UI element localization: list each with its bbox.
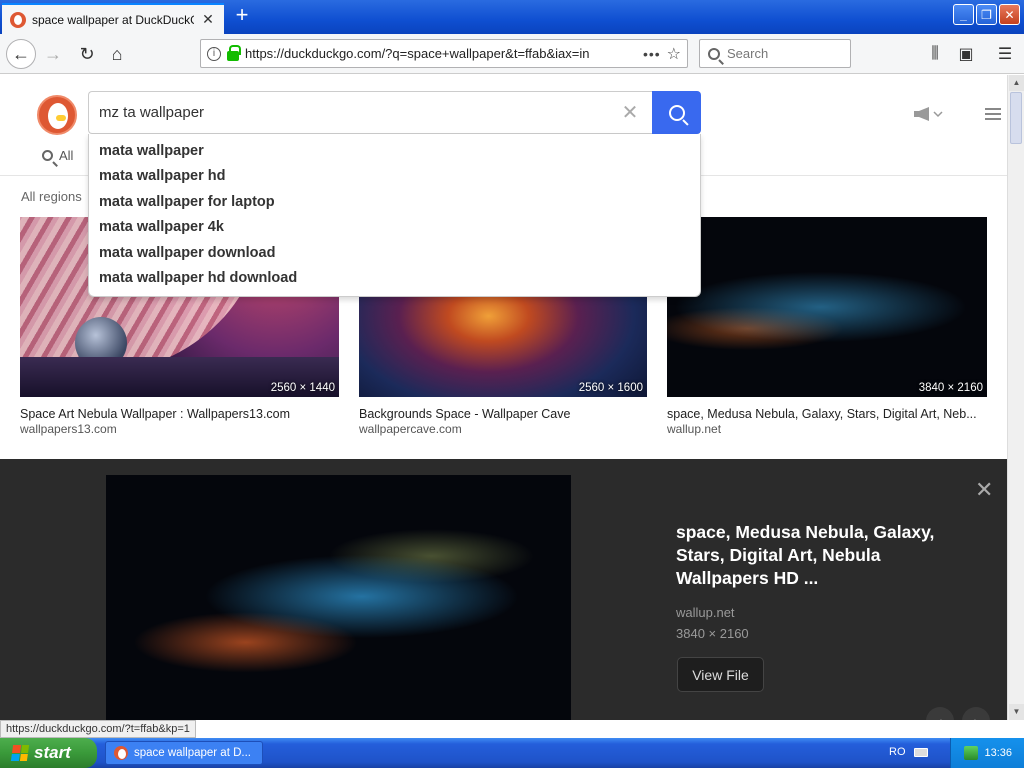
start-label: start — [34, 743, 71, 762]
scroll-up-icon[interactable]: ▲ — [1009, 75, 1024, 91]
minimize-button[interactable]: _ — [953, 4, 974, 25]
window-controls: _ ❐ ✕ — [953, 4, 1020, 25]
status-url: https://duckduckgo.com/?t=ffab&kp=1 — [0, 720, 196, 738]
detail-title[interactable]: space, Medusa Nebula, Galaxy, Stars, Dig… — [676, 521, 966, 590]
search-icon — [668, 104, 685, 121]
windows-flag-icon — [10, 745, 30, 761]
suggestion-item[interactable]: mata wallpaper download — [89, 241, 700, 266]
previous-image-button[interactable]: ‹ — [926, 707, 954, 720]
result-source: wallup.net — [667, 422, 722, 436]
page-content: mz ta wallpaper ✕ All All regions mata w… — [0, 75, 1007, 720]
duckduckgo-logo-icon[interactable] — [37, 95, 77, 135]
taskbar-window-label: space wallpaper at D... — [134, 747, 251, 759]
reload-button[interactable]: ↻ — [72, 39, 102, 69]
suggestion-item[interactable]: mata wallpaper hd — [89, 164, 700, 189]
tab-all-label: All — [59, 148, 74, 163]
arrow-right-icon: → — [44, 43, 62, 64]
scroll-down-icon[interactable]: ▼ — [1009, 704, 1024, 720]
keyboard-icon[interactable] — [914, 748, 928, 757]
site-menu-icon[interactable] — [985, 108, 1001, 120]
suggestion-item[interactable]: mata wallpaper for laptop — [89, 190, 700, 215]
result-title[interactable]: Backgrounds Space - Wallpaper Cave — [359, 407, 647, 421]
detail-source[interactable]: wallup.net — [676, 605, 735, 620]
search-query-text[interactable]: mz ta wallpaper — [99, 104, 618, 121]
library-icon[interactable]: ⫼ — [924, 43, 946, 65]
tab-title: space wallpaper at DuckDuckGo — [32, 12, 194, 27]
scroll-thumb[interactable] — [1010, 92, 1022, 144]
browser-tab-active[interactable]: space wallpaper at DuckDuckGo ✕ — [2, 3, 224, 34]
chevron-left-icon: ‹ — [938, 713, 943, 720]
system-tray: 13:36 — [950, 738, 1024, 768]
image-detail-panel: ✕ space, Medusa Nebula, Galaxy, Stars, D… — [0, 459, 1007, 720]
clear-search-icon[interactable]: ✕ — [618, 100, 642, 125]
menu-icon[interactable]: ☰ — [994, 43, 1016, 65]
image-result-thumbnail[interactable]: 3840 × 2160 — [667, 217, 987, 397]
bookmark-star-icon[interactable]: ☆ — [667, 44, 681, 64]
megaphone-icon[interactable] — [912, 107, 943, 121]
result-title[interactable]: Space Art Nebula Wallpaper : Wallpapers1… — [20, 407, 339, 421]
url-text[interactable]: https://duckduckgo.com/?q=space+wallpape… — [245, 46, 637, 61]
result-source: wallpapers13.com — [20, 422, 117, 436]
next-image-button[interactable]: › — [962, 707, 990, 720]
lock-icon — [227, 44, 241, 61]
window-titlebar: space wallpaper at DuckDuckGo ✕ + _ ❐ ✕ — [0, 0, 1024, 34]
navigation-toolbar: ← → ↻ ⌂ i https://duckduckgo.com/?q=spac… — [0, 34, 1024, 74]
start-button[interactable]: start — [0, 738, 97, 768]
firefox-icon — [114, 746, 128, 760]
tab-close-icon[interactable]: ✕ — [200, 11, 216, 28]
search-button[interactable] — [652, 91, 701, 134]
page-actions-icon[interactable]: ••• — [643, 46, 661, 62]
search-icon — [42, 150, 53, 161]
language-indicator[interactable]: RO — [889, 746, 906, 758]
detail-dimensions: 3840 × 2160 — [676, 626, 749, 641]
arrow-left-icon: ← — [12, 43, 30, 64]
tab-all[interactable]: All — [42, 148, 73, 163]
suggestion-item[interactable]: mata wallpaper — [89, 139, 700, 164]
result-source: wallpapercave.com — [359, 422, 462, 436]
clock[interactable]: 13:36 — [984, 747, 1012, 759]
search-icon — [708, 47, 720, 60]
maximize-button[interactable]: ❐ — [976, 4, 997, 25]
browser-search-input[interactable]: Search — [699, 39, 851, 68]
image-dimensions: 2560 × 1440 — [270, 382, 335, 394]
suggestion-item[interactable]: mata wallpaper 4k — [89, 215, 700, 240]
info-icon[interactable]: i — [207, 46, 221, 61]
taskbar-window-button[interactable]: space wallpaper at D... — [105, 741, 263, 765]
home-icon: ⌂ — [111, 43, 123, 64]
chevron-right-icon: › — [974, 713, 979, 720]
duckduckgo-favicon-icon — [10, 11, 26, 28]
megaphone-dropdown-icon — [914, 107, 943, 121]
back-button[interactable]: ← — [6, 39, 36, 69]
new-tab-button[interactable]: + — [230, 4, 254, 28]
autocomplete-dropdown: mata wallpaper mata wallpaper hd mata wa… — [88, 134, 701, 297]
result-title[interactable]: space, Medusa Nebula, Galaxy, Stars, Dig… — [667, 407, 987, 421]
home-button[interactable]: ⌂ — [102, 39, 132, 69]
detail-image[interactable] — [106, 475, 571, 720]
view-file-button[interactable]: View File — [677, 657, 764, 692]
page-scrollbar[interactable]: ▲ ▼ — [1007, 75, 1024, 720]
windows-taskbar: start space wallpaper at D... RO 13:36 — [0, 738, 1024, 768]
region-selector[interactable]: All regions — [21, 189, 82, 204]
image-dimensions: 2560 × 1600 — [578, 382, 643, 394]
forward-button[interactable]: → — [38, 39, 68, 69]
search-placeholder: Search — [727, 46, 769, 61]
reload-icon: ↻ — [79, 43, 95, 64]
network-icon[interactable] — [964, 746, 979, 760]
search-input[interactable]: mz ta wallpaper ✕ — [88, 91, 652, 134]
close-detail-icon[interactable]: ✕ — [975, 477, 993, 503]
address-bar[interactable]: i https://duckduckgo.com/?q=space+wallpa… — [200, 39, 688, 68]
close-window-button[interactable]: ✕ — [999, 4, 1020, 25]
image-dimensions: 3840 × 2160 — [918, 382, 983, 394]
suggestion-item[interactable]: mata wallpaper hd download — [89, 266, 700, 291]
sidebar-icon[interactable]: ▣ — [955, 43, 977, 65]
